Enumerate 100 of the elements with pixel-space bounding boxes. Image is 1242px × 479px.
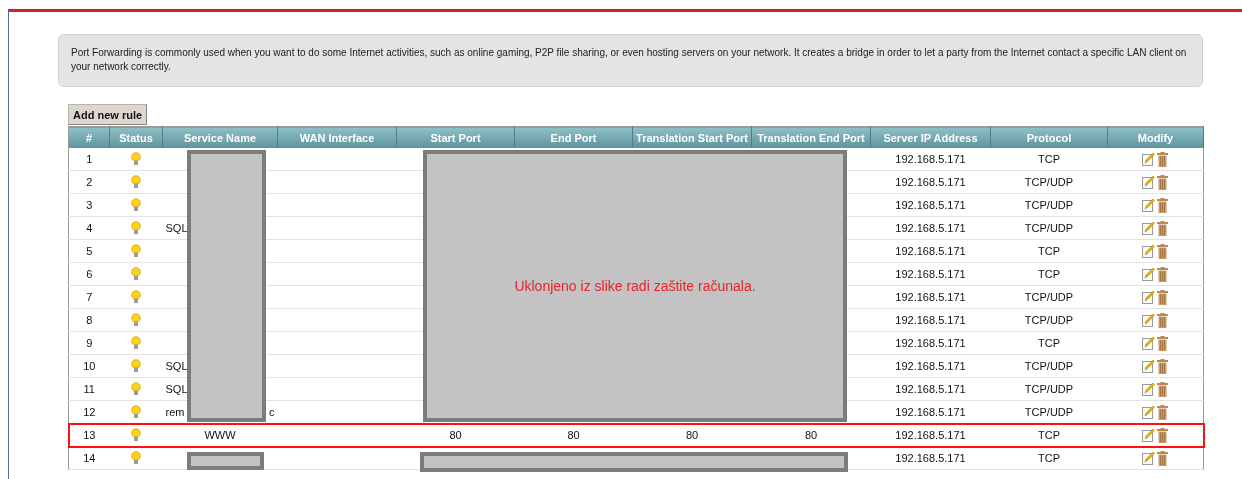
edit-icon[interactable] [1142, 450, 1156, 465]
edit-icon[interactable] [1142, 427, 1156, 442]
trash-icon[interactable] [1157, 358, 1169, 374]
row-number: 10 [68, 354, 110, 378]
lightbulb-icon [131, 244, 141, 258]
row-number: 12 [68, 400, 110, 424]
trash-icon[interactable] [1157, 312, 1169, 328]
column-header: Start Port [396, 126, 515, 148]
edit-icon[interactable] [1142, 174, 1156, 189]
port-cell: 80 [632, 423, 752, 447]
edit-icon[interactable] [1142, 266, 1156, 281]
lightbulb-icon [131, 405, 141, 419]
row-number: 13 [68, 423, 110, 447]
lightbulb-icon [131, 428, 141, 442]
protocol-cell: TCP/UDP [990, 193, 1108, 217]
service-name: SQL [165, 222, 188, 234]
trash-icon[interactable] [1157, 335, 1169, 351]
edit-icon[interactable] [1142, 289, 1156, 304]
ip-address-cell: 192.168.5.171 [870, 331, 991, 355]
column-header: Modify [1107, 126, 1204, 148]
column-header: # [68, 126, 110, 148]
column-header: Server IP Address [870, 126, 991, 148]
ip-address-cell: 192.168.5.171 [870, 262, 991, 286]
edit-icon[interactable] [1142, 335, 1156, 350]
row-number: 1 [68, 148, 110, 171]
lightbulb-icon [131, 336, 141, 350]
service-name: c [269, 406, 275, 418]
lightbulb-icon [131, 175, 141, 189]
ip-address-cell: 192.168.5.171 [870, 285, 991, 309]
protocol-cell: TCP [990, 239, 1108, 263]
ip-address-cell: 192.168.5.171 [870, 148, 991, 171]
trash-icon[interactable] [1157, 427, 1169, 443]
row-number: 6 [68, 262, 110, 286]
protocol-cell: TCP/UDP [990, 377, 1108, 401]
lightbulb-icon [131, 382, 141, 396]
ip-address-cell: 192.168.5.171 [870, 354, 991, 378]
add-rule-button[interactable]: Add new rule [68, 104, 148, 125]
port-cell: 80 [751, 423, 871, 447]
edit-icon[interactable] [1142, 312, 1156, 327]
protocol-cell: TCP [990, 262, 1108, 286]
column-header: WAN Interface [277, 126, 397, 148]
protocol-cell: TCP/UDP [990, 308, 1108, 332]
edit-icon[interactable] [1142, 243, 1156, 258]
row-number: 11 [68, 377, 110, 401]
protocol-cell: TCP [990, 423, 1108, 447]
edit-icon[interactable] [1142, 220, 1156, 235]
service-name: rem [165, 406, 185, 418]
column-header: Service Name [162, 126, 278, 148]
redaction-note: Uklonjeno iz slike radi zaštite računala. [514, 278, 756, 294]
trash-icon[interactable] [1157, 220, 1169, 236]
protocol-cell: TCP/UDP [990, 285, 1108, 309]
trash-icon[interactable] [1157, 450, 1169, 466]
protocol-cell: TCP/UDP [990, 400, 1108, 424]
port-cell: 80 [396, 423, 515, 447]
edit-icon[interactable] [1142, 358, 1156, 373]
row-number: 4 [68, 216, 110, 240]
column-header: Translation Start Port [632, 126, 752, 148]
row-number: 14 [68, 446, 110, 470]
protocol-cell: TCP [990, 331, 1108, 355]
trash-icon[interactable] [1157, 197, 1169, 213]
trash-icon[interactable] [1157, 404, 1169, 420]
trash-icon[interactable] [1157, 289, 1169, 305]
protocol-cell: TCP/UDP [990, 354, 1108, 378]
protocol-cell: TCP [990, 148, 1108, 171]
service-name: WWW [204, 429, 236, 441]
ip-address-cell: 192.168.5.171 [870, 239, 991, 263]
protocol-cell: TCP [990, 446, 1108, 470]
trash-icon[interactable] [1157, 266, 1169, 282]
port-cell: 80 [514, 423, 633, 447]
row-number: 8 [68, 308, 110, 332]
edit-icon[interactable] [1142, 381, 1156, 396]
edit-icon[interactable] [1142, 404, 1156, 419]
edit-icon[interactable] [1142, 197, 1156, 212]
column-header: End Port [514, 126, 633, 148]
trash-icon[interactable] [1157, 174, 1169, 190]
trash-icon[interactable] [1157, 151, 1169, 167]
ip-address-cell: 192.168.5.171 [870, 216, 991, 240]
protocol-cell: TCP/UDP [990, 216, 1108, 240]
ip-address-cell: 192.168.5.171 [870, 377, 991, 401]
column-header: Protocol [990, 126, 1108, 148]
info-text: Port Forwarding is commonly used when you want to do some Internet activities, such as online gaming, P2P file sharing, or even hosting servers on your network. It creates a bridge in order to let a party from the Internet contact a specific LAN client on your network correctly. [58, 34, 1203, 87]
row-number: 7 [68, 285, 110, 309]
row-number: 2 [68, 170, 110, 194]
row-number: 9 [68, 331, 110, 355]
trash-icon[interactable] [1157, 243, 1169, 259]
ip-address-cell: 192.168.5.171 [870, 308, 991, 332]
edit-icon[interactable] [1142, 151, 1156, 166]
lightbulb-icon [131, 152, 141, 166]
lightbulb-icon [131, 359, 141, 373]
ip-address-cell: 192.168.5.171 [870, 193, 991, 217]
lightbulb-icon [131, 290, 141, 304]
lightbulb-icon [131, 313, 141, 327]
row-number: 5 [68, 239, 110, 263]
ip-address-cell: 192.168.5.171 [870, 423, 991, 447]
lightbulb-icon [131, 198, 141, 212]
column-header: Translation End Port [751, 126, 871, 148]
trash-icon[interactable] [1157, 381, 1169, 397]
service-name: SQL [165, 383, 188, 395]
lightbulb-icon [131, 221, 141, 235]
ip-address-cell: 192.168.5.171 [870, 446, 991, 470]
